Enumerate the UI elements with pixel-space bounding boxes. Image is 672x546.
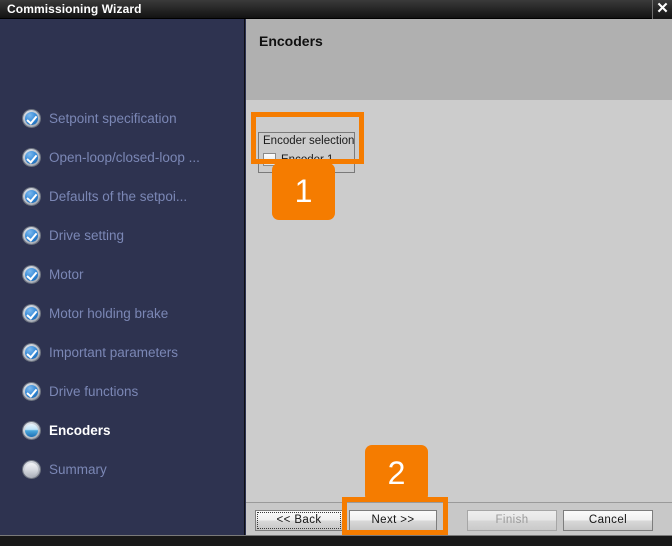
sidebar-item-label: Drive setting [49, 228, 125, 243]
sidebar-item-label: Motor holding brake [49, 306, 169, 321]
check-circle-icon [23, 344, 40, 361]
sidebar-item-drive-setting[interactable]: Drive setting [0, 216, 245, 255]
wizard-step-sidebar: Setpoint specification Open-loop/closed-… [0, 19, 245, 535]
sidebar-item-motor[interactable]: Motor [0, 255, 245, 294]
check-circle-icon [23, 266, 40, 283]
finish-button: Finish [467, 510, 557, 531]
sidebar-item-label: Summary [49, 462, 107, 477]
sidebar-item-label: Important parameters [49, 345, 179, 360]
sidebar-item-motor-holding-brake[interactable]: Motor holding brake [0, 294, 245, 333]
page-title: Encoders [259, 33, 323, 49]
sidebar-item-important-parameters[interactable]: Important parameters [0, 333, 245, 372]
check-circle-icon [23, 227, 40, 244]
sidebar-item-label: Open-loop/closed-loop ... [49, 150, 200, 165]
check-circle-icon [23, 149, 40, 166]
encoder-1-row[interactable]: Encoder 1 [263, 153, 333, 166]
sidebar-item-drive-functions[interactable]: Drive functions [0, 372, 245, 411]
encoder-1-checkbox[interactable] [263, 153, 276, 166]
wizard-content-panel: Encoders Encoder selection Encoder 1 << … [246, 19, 672, 535]
sidebar-item-label: Drive functions [49, 384, 139, 399]
encoder-selection-group-title: Encoder selection [263, 135, 355, 147]
sidebar-item-label: Motor [49, 267, 84, 282]
back-button[interactable]: << Back [255, 510, 343, 531]
close-icon[interactable]: ✕ [652, 0, 672, 19]
sidebar-item-defaults-of-the-setpoint[interactable]: Defaults of the setpoi... [0, 177, 245, 216]
wizard-step-list: Setpoint specification Open-loop/closed-… [0, 99, 245, 489]
sidebar-item-label: Defaults of the setpoi... [49, 189, 188, 204]
sidebar-item-open-loop-closed-loop[interactable]: Open-loop/closed-loop ... [0, 138, 245, 177]
pending-circle-icon [23, 461, 40, 478]
window-bottom-edge [0, 535, 672, 546]
panel-body: Encoder selection Encoder 1 [246, 100, 672, 502]
sidebar-item-label: Encoders [49, 423, 111, 438]
check-circle-icon [23, 305, 40, 322]
check-circle-icon [23, 188, 40, 205]
active-circle-icon [23, 422, 40, 439]
panel-header: Encoders [246, 19, 672, 100]
next-button[interactable]: Next >> [349, 510, 437, 531]
encoder-1-label: Encoder 1 [281, 153, 334, 166]
focus-ring [257, 512, 341, 529]
encoder-selection-group: Encoder selection Encoder 1 [258, 132, 355, 173]
sidebar-item-setpoint-specification[interactable]: Setpoint specification [0, 99, 245, 138]
sidebar-item-label: Setpoint specification [49, 111, 177, 126]
sidebar-item-summary[interactable]: Summary [0, 450, 245, 489]
check-circle-icon [23, 383, 40, 400]
check-circle-icon [23, 110, 40, 127]
sidebar-item-encoders[interactable]: Encoders [0, 411, 245, 450]
window-title: Commissioning Wizard [7, 2, 142, 16]
cancel-button[interactable]: Cancel [563, 510, 653, 531]
commissioning-wizard-window: Commissioning Wizard ✕ Setpoint specific… [0, 0, 672, 546]
window-title-bar: Commissioning Wizard ✕ [0, 0, 672, 19]
wizard-button-bar: << Back Next >> Finish Cancel [246, 502, 672, 535]
